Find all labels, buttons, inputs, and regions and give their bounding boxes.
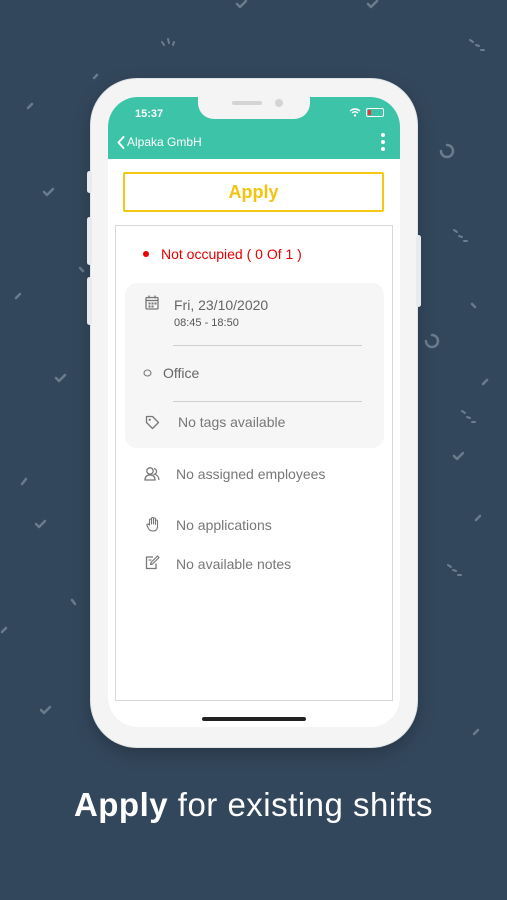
home-indicator (202, 717, 306, 721)
shift-tags: No tags available (178, 414, 286, 430)
phone-volume-up (87, 217, 92, 265)
card-divider (173, 345, 362, 346)
back-button[interactable]: Alpaka GmbH (117, 135, 202, 149)
wifi-icon (349, 108, 361, 117)
shift-applications: No applications (176, 517, 272, 533)
phone-notch (198, 97, 310, 119)
status-time: 15:37 (135, 108, 164, 120)
phone-frame: 15:37 Alpaka GmbH Apply Not occupied (0… (87, 79, 421, 747)
status-dot-icon (143, 251, 149, 257)
caption-rest: for existing shifts (168, 786, 434, 823)
phone-power-button (416, 235, 421, 307)
more-vert-icon[interactable] (380, 133, 386, 151)
occupancy-status-text: Not occupied ( 0 Of 1 ) (161, 246, 302, 262)
battery-icon (366, 108, 384, 117)
shift-notes: No available notes (176, 556, 292, 572)
shift-location: Office (163, 365, 200, 381)
status-icons (349, 108, 384, 117)
employees-icon (144, 467, 160, 481)
phone-volume-down (87, 277, 92, 325)
location-icon (143, 369, 152, 377)
phone-screen: 15:37 Alpaka GmbH Apply Not occupied (0… (108, 97, 400, 727)
shift-details-panel: Not occupied ( 0 Of 1 ) Fri, 23/10/2020 … (115, 225, 393, 701)
calendar-icon (145, 295, 159, 310)
hand-icon (146, 516, 159, 532)
promo-caption: Apply for existing shifts (0, 786, 507, 824)
apply-button[interactable]: Apply (123, 172, 384, 212)
note-icon (145, 555, 160, 570)
tag-icon (145, 415, 160, 430)
caption-bold: Apply (73, 786, 169, 823)
card-divider (173, 401, 362, 402)
phone-silent-switch (87, 171, 92, 193)
back-label: Alpaka GmbH (127, 135, 202, 149)
back-chevron-icon (117, 135, 125, 149)
shift-employees: No assigned employees (176, 466, 326, 482)
shift-date: Fri, 23/10/2020 (174, 297, 269, 313)
shift-time-range: 08:45 - 18:50 (174, 317, 239, 329)
occupancy-status: Not occupied ( 0 Of 1 ) (143, 246, 302, 262)
shift-info-card: Fri, 23/10/2020 08:45 - 18:50 Office No … (125, 283, 384, 448)
